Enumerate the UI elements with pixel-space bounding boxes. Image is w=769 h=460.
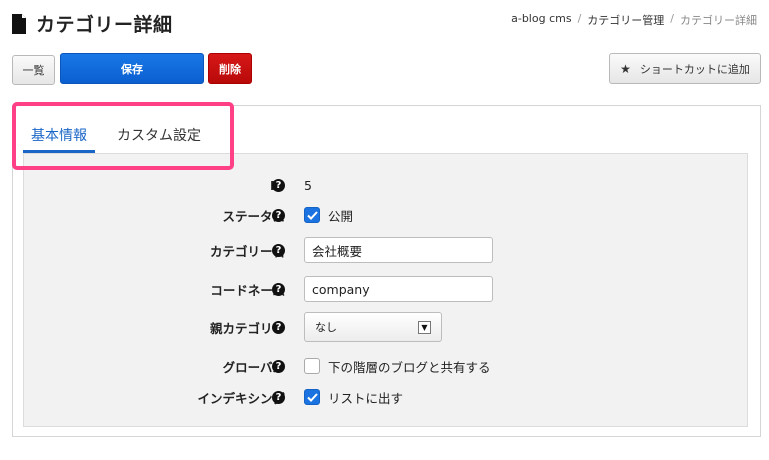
row-indexing: インデキシング ? リストに出す [24, 382, 747, 412]
add-shortcut-button[interactable]: ★ ショートカットに追加 [609, 53, 761, 84]
save-button[interactable]: 保存 [60, 53, 204, 84]
row-id: ID ? 5 [24, 170, 747, 200]
document-icon [12, 13, 26, 34]
help-icon[interactable]: ? [272, 208, 285, 222]
help-icon[interactable]: ? [272, 178, 285, 192]
global-checkbox[interactable] [304, 358, 320, 374]
toolbar: 一覧 保存 削除 ★ ショートカットに追加 [12, 53, 761, 85]
help-icon[interactable]: ? [272, 390, 285, 404]
parent-category-select[interactable]: なし ▼ [304, 312, 442, 342]
category-name-input[interactable]: 会社概要 [304, 237, 493, 263]
row-category-name: カテゴリー名 ? 会社概要 [24, 235, 747, 265]
checkmark-icon [306, 392, 318, 402]
status-checkbox[interactable] [304, 207, 320, 223]
add-shortcut-label: ショートカットに追加 [639, 62, 750, 76]
row-status: ステータス ? 公開 [24, 200, 747, 230]
global-field: 下の階層のブログと共有する [304, 357, 491, 376]
indexing-field: リストに出す [304, 388, 403, 407]
checkmark-icon [306, 210, 318, 220]
help-icon[interactable]: ? [272, 359, 285, 373]
form-area: ID ? 5 ステータス ? 公開 カテゴリー名 ? 会社概要 コードネーム ? [23, 153, 748, 427]
row-global: グローバル ? 下の階層のブログと共有する [24, 351, 747, 381]
global-option-label: 下の階層のブログと共有する [328, 359, 491, 375]
code-name-input[interactable]: company [304, 276, 493, 302]
chevron-down-icon: ▼ [418, 320, 431, 334]
parent-category-selected: なし [315, 321, 337, 334]
status-field: 公開 [304, 206, 353, 225]
tab-basic-info[interactable]: 基本情報 [23, 119, 95, 153]
category-name-field: 会社概要 [304, 237, 493, 263]
help-icon[interactable]: ? [272, 243, 285, 257]
row-parent-category: 親カテゴリー ? なし ▼ [24, 312, 747, 342]
status-option-label: 公開 [328, 208, 354, 224]
delete-button[interactable]: 削除 [208, 53, 252, 84]
page-title: カテゴリー詳細 [36, 14, 173, 36]
title-wrap: カテゴリー詳細 [12, 10, 173, 37]
parent-category-field: なし ▼ [304, 312, 442, 342]
id-value: 5 [304, 177, 312, 193]
indexing-checkbox[interactable] [304, 389, 320, 405]
breadcrumb-item-category-admin[interactable]: カテゴリー管理 [587, 12, 664, 28]
breadcrumb-item-current: カテゴリー詳細 [680, 14, 757, 27]
category-panel: 基本情報 カスタム設定 ID ? 5 ステータス ? 公開 カテゴリー名 ? 会… [12, 105, 761, 437]
breadcrumb-separator: / [577, 12, 582, 25]
indexing-option-label: リストに出す [328, 390, 404, 406]
breadcrumb-separator: / [670, 12, 674, 25]
help-icon[interactable]: ? [272, 282, 285, 296]
page-header: カテゴリー詳細 a-blog cms / カテゴリー管理 / カテゴリー詳細 [12, 10, 757, 38]
breadcrumb-item-home[interactable]: a-blog cms [511, 12, 571, 28]
list-button[interactable]: 一覧 [12, 55, 55, 85]
tab-custom-settings[interactable]: カスタム設定 [109, 119, 209, 153]
row-code-name: コードネーム ? company [24, 274, 747, 304]
star-icon: ★ [620, 61, 631, 76]
breadcrumb: a-blog cms / カテゴリー管理 / カテゴリー詳細 [511, 12, 757, 28]
help-icon[interactable]: ? [272, 320, 285, 334]
code-name-field: company [304, 276, 493, 302]
tab-bar: 基本情報 カスタム設定 [23, 119, 209, 153]
